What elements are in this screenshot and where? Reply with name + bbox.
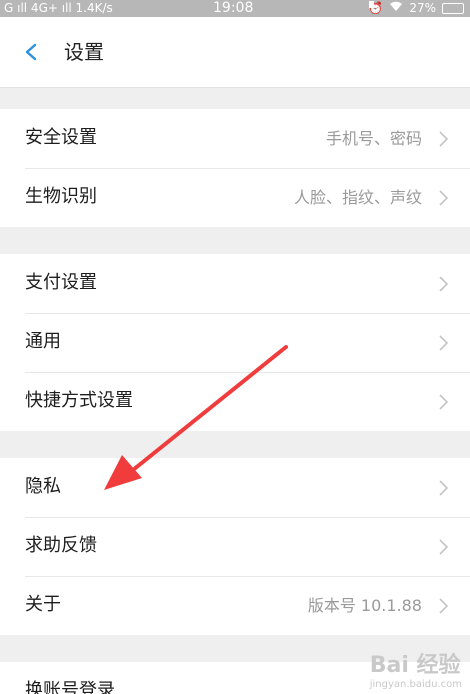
chevron-right-icon <box>439 276 448 292</box>
chevron-right-icon <box>439 539 448 555</box>
chevron-right-icon <box>439 480 448 496</box>
battery-icon <box>442 3 464 14</box>
settings-group-account: 安全设置 手机号、密码 生物识别 人脸、指纹、声纹 <box>0 109 470 227</box>
watermark-subtext: jingyan.baidu.com <box>369 679 462 690</box>
row-value: 人脸、指纹、声纹 <box>293 188 422 207</box>
row-help-feedback[interactable]: 求助反馈 <box>0 517 470 576</box>
row-label: 通用 <box>25 331 61 352</box>
back-arrow-icon[interactable] <box>24 43 38 61</box>
app-header: 设置 <box>0 17 470 88</box>
row-value: 版本号 10.1.88 <box>307 596 422 615</box>
row-biometrics[interactable]: 生物识别 人脸、指纹、声纹 <box>0 168 470 227</box>
chevron-right-icon <box>439 190 448 206</box>
row-shortcut-settings[interactable]: 快捷方式设置 <box>0 372 470 431</box>
status-right: ⏰ 27% <box>368 0 464 17</box>
row-label: 支付设置 <box>25 272 97 293</box>
row-label: 关于 <box>25 594 61 615</box>
row-label: 换账号登录 <box>25 680 115 694</box>
row-value: 手机号、密码 <box>325 129 422 148</box>
row-privacy[interactable]: 隐私 <box>0 458 470 517</box>
wifi-icon <box>389 0 403 17</box>
status-time: 19:08 <box>213 0 254 16</box>
watermark-logo: Bai 经验 jingyan.baidu.com <box>370 647 462 690</box>
row-payment-settings[interactable]: 支付设置 <box>0 254 470 313</box>
row-label: 隐私 <box>25 476 61 497</box>
settings-group-general: 支付设置 通用 快捷方式设置 <box>0 254 470 431</box>
row-about[interactable]: 关于 版本号 10.1.88 <box>0 576 470 635</box>
row-label: 求助反馈 <box>25 535 97 556</box>
settings-group-other: 隐私 求助反馈 关于 版本号 10.1.88 <box>0 458 470 635</box>
page-title: 设置 <box>64 40 104 64</box>
row-label: 安全设置 <box>25 127 97 148</box>
row-security-settings[interactable]: 安全设置 手机号、密码 <box>0 109 470 168</box>
chevron-right-icon <box>439 131 448 147</box>
row-label: 快捷方式设置 <box>25 390 133 411</box>
row-general[interactable]: 通用 <box>0 313 470 372</box>
row-label: 生物识别 <box>25 186 97 207</box>
battery-level: 27% <box>409 1 436 15</box>
status-bar: G ıll 4G+ ıll 1.4K/s 19:08 ⏰ 27% <box>0 0 470 17</box>
chevron-right-icon <box>439 598 448 614</box>
chevron-right-icon <box>439 335 448 351</box>
chevron-right-icon <box>439 394 448 410</box>
watermark-text: Bai 经验 <box>369 653 461 678</box>
signal-indicator: G ıll 4G+ ıll 1.4K/s <box>4 1 113 15</box>
